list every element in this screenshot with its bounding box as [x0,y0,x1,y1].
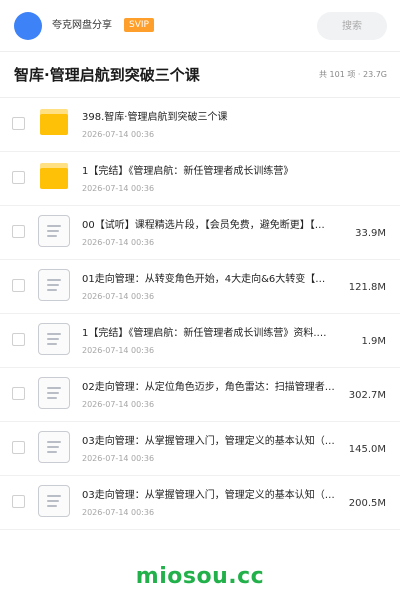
folder-summary: 共 101 项 · 23.7G [319,70,387,79]
item-date: 2026-07-14 00:36 [82,292,155,301]
item-name: 03走向管理：从掌握管理入门，管理定义的基本认知（… [82,490,335,501]
select-checkbox[interactable] [12,495,25,508]
document-icon [38,323,70,355]
item-name: 398.智库·管理启航到突破三个课 [82,112,228,123]
avatar[interactable] [14,12,42,40]
list-item[interactable]: 03走向管理：从掌握管理入门，管理定义的基本认知（… 2026-07-14 00… [0,476,400,530]
list-item[interactable]: 03走向管理：从掌握管理入门，管理定义的基本认知（… 2026-07-14 00… [0,422,400,476]
top-bar: 夸克网盘分享 SVIP [0,0,400,52]
item-date: 2026-07-14 00:36 [82,130,155,139]
owner-name: 夸克网盘分享 [52,20,112,31]
document-icon [38,431,70,463]
select-checkbox[interactable] [12,117,25,130]
item-size: 33.9M [355,228,386,239]
select-checkbox[interactable] [12,225,25,238]
item-name: 1【完结】《管理启航：新任管理者成长训练营》资料.… [82,328,327,339]
item-name: 03走向管理：从掌握管理入门，管理定义的基本认知（… [82,436,335,447]
watermark: miosou.cc [135,564,265,589]
item-date: 2026-07-14 00:36 [82,508,155,517]
search-input[interactable] [317,12,387,40]
vip-badge: SVIP [124,18,154,32]
item-name: 00【试听】课程精选片段，【会员免费，避免断更】【… [82,220,325,231]
select-checkbox[interactable] [12,387,25,400]
select-checkbox[interactable] [12,171,25,184]
document-icon [38,215,70,247]
select-checkbox[interactable] [12,279,25,292]
file-list: 398.智库·管理启航到突破三个课 2026-07-14 00:36 1【完结】… [0,98,400,530]
item-size: 200.5M [348,498,386,509]
select-checkbox[interactable] [12,441,25,454]
item-size: 302.7M [348,390,386,401]
select-checkbox[interactable] [12,333,25,346]
item-size: 121.8M [348,282,386,293]
list-item[interactable]: 1【完结】《管理启航：新任管理者成长训练营》 2026-07-14 00:36 [0,152,400,206]
folder-header: 智库·管理启航到突破三个课 共 101 项 · 23.7G [0,52,400,98]
item-name: 01走向管理：从转变角色开始，4大走向&6大转变【… [82,274,326,285]
item-date: 2026-07-14 00:36 [82,454,155,463]
list-item[interactable]: 01走向管理：从转变角色开始，4大走向&6大转变【… 2026-07-14 00… [0,260,400,314]
item-date: 2026-07-14 00:36 [82,238,155,247]
list-item[interactable]: 02走向管理：从定位角色迈步，角色雷达：扫描管理者… 2026-07-14 00… [0,368,400,422]
item-size: 145.0M [348,444,386,455]
item-name: 02走向管理：从定位角色迈步，角色雷达：扫描管理者… [82,382,335,393]
item-name: 1【完结】《管理启航：新任管理者成长训练营》 [82,166,294,177]
page-title: 智库·管理启航到突破三个课 [14,66,200,84]
item-date: 2026-07-14 00:36 [82,346,155,355]
folder-icon [40,163,68,189]
document-icon [38,377,70,409]
document-icon [38,269,70,301]
item-date: 2026-07-14 00:36 [82,184,155,193]
item-date: 2026-07-14 00:36 [82,400,155,409]
folder-icon [40,109,68,135]
list-item[interactable]: 398.智库·管理启航到突破三个课 2026-07-14 00:36 [0,98,400,152]
list-item[interactable]: 00【试听】课程精选片段，【会员免费，避免断更】【… 2026-07-14 00… [0,206,400,260]
list-item[interactable]: 1【完结】《管理启航：新任管理者成长训练营》资料.… 2026-07-14 00… [0,314,400,368]
document-icon [38,485,70,517]
item-size: 1.9M [361,336,386,347]
